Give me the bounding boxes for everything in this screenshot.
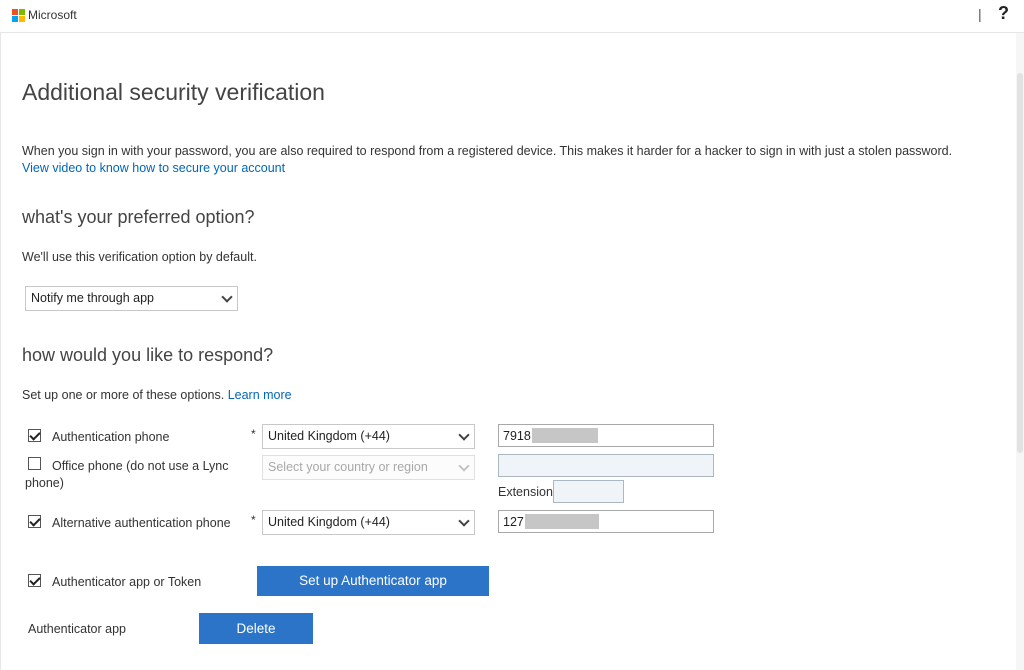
extension-label: Extension: [498, 485, 553, 499]
auth-phone-label: Authentication phone: [52, 430, 170, 444]
top-bar: Microsoft | ?: [0, 0, 1024, 33]
office-phone-number-input[interactable]: [498, 454, 714, 477]
microsoft-logo-icon: [12, 9, 25, 22]
respond-hint: Set up one or more of these options. Lea…: [22, 388, 292, 402]
chevron-down-icon: [458, 515, 470, 527]
registered-app-label: Authenticator app: [28, 622, 126, 636]
auth-phone-number-value: 7918: [503, 429, 531, 443]
setup-authenticator-button[interactable]: Set up Authenticator app: [257, 566, 489, 596]
extension-input[interactable]: [553, 480, 624, 503]
chevron-down-icon: [458, 429, 470, 441]
authenticator-checkbox[interactable]: [28, 574, 41, 587]
office-phone-checkbox[interactable]: [28, 457, 41, 470]
help-icon[interactable]: ?: [998, 3, 1009, 24]
redacted-block: [524, 514, 599, 529]
preferred-option-hint: We'll use this verification option by de…: [22, 250, 257, 264]
page-title: Additional security verification: [22, 79, 325, 105]
learn-more-link[interactable]: Learn more: [228, 388, 292, 402]
header-separator: |: [978, 6, 982, 22]
alt-phone-country-value: United Kingdom (+44): [268, 515, 390, 529]
chevron-down-icon: [458, 460, 470, 472]
preferred-option-select[interactable]: Notify me through app: [25, 286, 238, 311]
auth-phone-number-input[interactable]: 7918: [498, 424, 714, 447]
chevron-down-icon: [221, 291, 233, 303]
scrollbar[interactable]: [1016, 33, 1024, 670]
office-phone-country-placeholder: Select your country or region: [268, 460, 428, 474]
brand-name: Microsoft: [28, 8, 77, 22]
alt-phone-checkbox[interactable]: [28, 515, 41, 528]
office-phone-label: Office phone (do not use a Lync: [52, 459, 229, 473]
page-left-border: [0, 33, 1, 670]
preferred-option-heading: what's your preferred option?: [22, 207, 255, 227]
delete-app-button[interactable]: Delete: [199, 613, 313, 644]
preferred-option-value: Notify me through app: [31, 291, 154, 305]
alt-phone-country-select[interactable]: United Kingdom (+44): [262, 510, 475, 535]
alt-phone-number-input[interactable]: 127: [498, 510, 714, 533]
required-mark: *: [251, 427, 256, 441]
auth-phone-checkbox[interactable]: [28, 429, 41, 442]
office-phone-country-select[interactable]: Select your country or region: [262, 455, 475, 480]
auth-phone-country-select[interactable]: United Kingdom (+44): [262, 424, 475, 449]
office-phone-label-continued: phone): [25, 476, 64, 490]
redacted-block: [531, 428, 598, 443]
intro-text: When you sign in with your password, you…: [22, 144, 953, 158]
alt-phone-number-value: 127: [503, 515, 524, 529]
authenticator-label: Authenticator app or Token: [52, 575, 202, 589]
view-video-link[interactable]: View video to know how to secure your ac…: [22, 161, 285, 175]
required-mark: *: [251, 513, 256, 527]
respond-heading: how would you like to respond?: [22, 345, 274, 365]
scrollbar-thumb[interactable]: [1017, 73, 1023, 453]
auth-phone-country-value: United Kingdom (+44): [268, 429, 390, 443]
alt-phone-label: Alternative authentication phone: [52, 516, 231, 530]
respond-hint-text: Set up one or more of these options.: [22, 388, 225, 402]
